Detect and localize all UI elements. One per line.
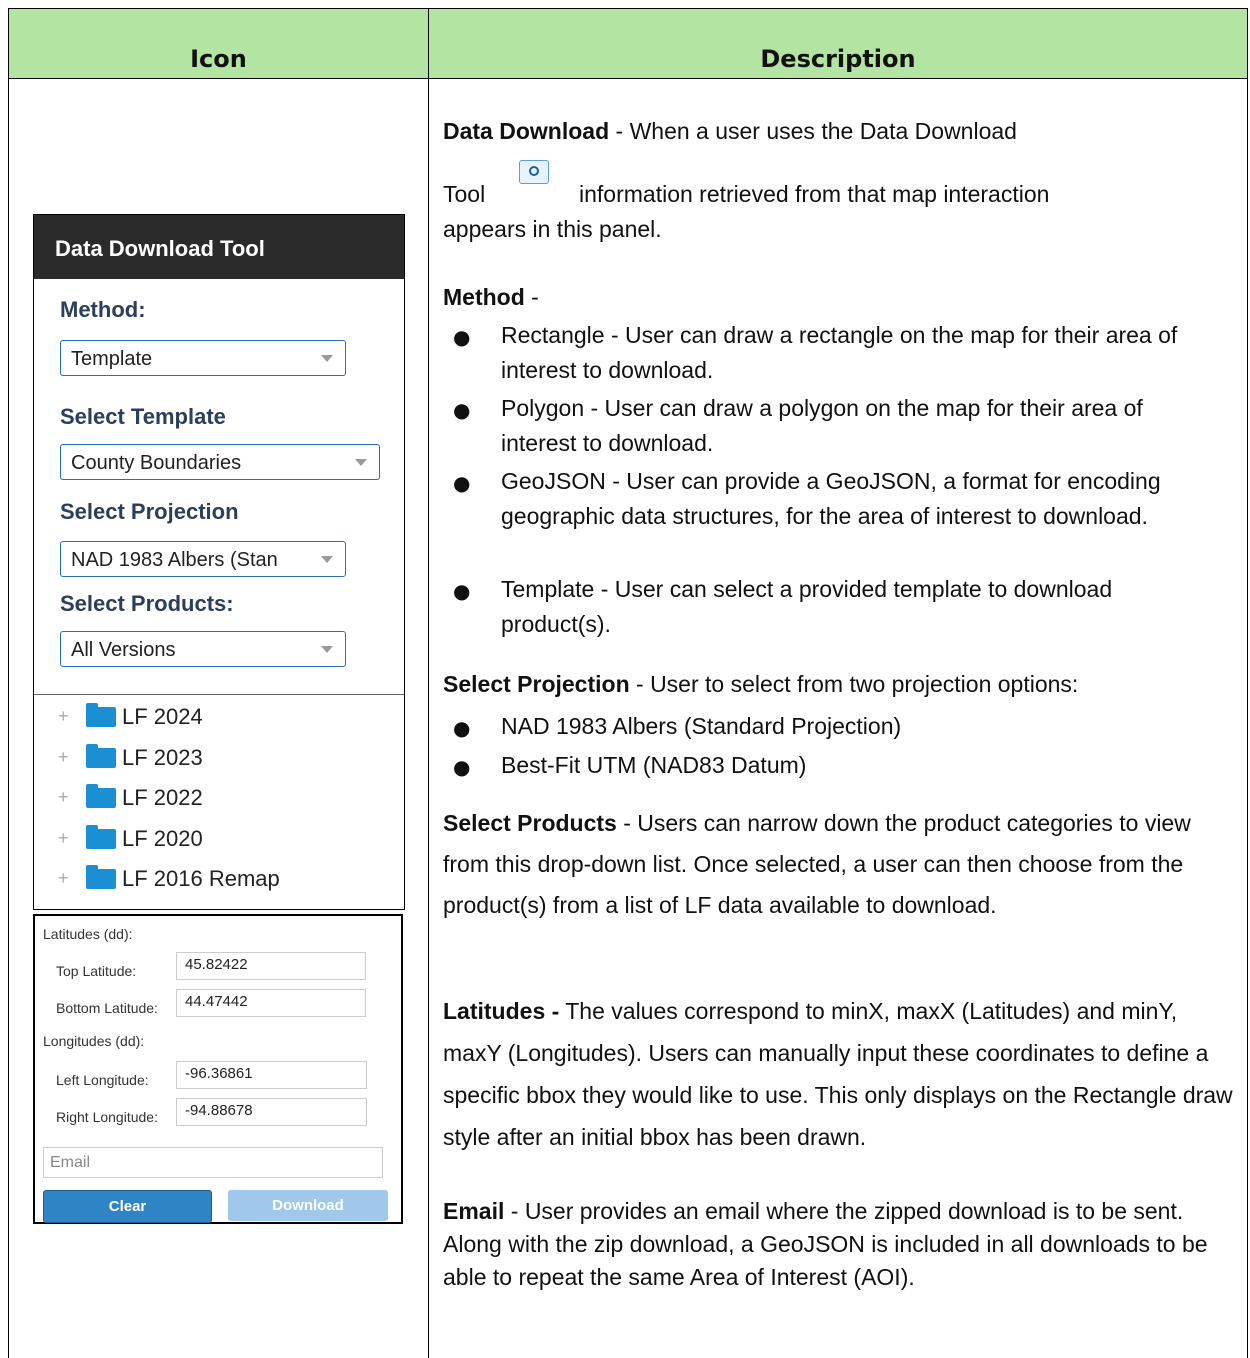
- template-select[interactable]: County Boundaries: [60, 444, 380, 480]
- email-field[interactable]: Email: [43, 1147, 383, 1178]
- method-item: GeoJSON - User can provide a GeoJSON, a …: [501, 468, 1161, 529]
- chevron-down-icon: [355, 459, 367, 466]
- email-title: Email: [443, 1198, 505, 1224]
- top-latitude-input[interactable]: 45.82422: [176, 952, 366, 980]
- projection-text: - User to select from two projection opt…: [629, 671, 1079, 697]
- folder-icon: [86, 744, 116, 768]
- template-label: Select Template: [60, 404, 226, 429]
- bottom-latitude-label: Bottom Latitude:: [56, 1000, 158, 1016]
- top-latitude-label: Top Latitude:: [56, 963, 137, 979]
- bottom-latitude-input[interactable]: 44.47442: [176, 989, 366, 1017]
- method-heading: Method -: [443, 284, 539, 311]
- data-download-text: - When a user uses the Data Download: [609, 118, 1017, 144]
- method-item: Polygon - User can draw a polygon on the…: [501, 395, 1143, 456]
- projection-title: Select Projection: [443, 671, 630, 697]
- data-download-panel: Data Download Tool Method: Template Sele…: [33, 214, 405, 910]
- method-item: Rectangle - User can draw a rectangle on…: [501, 322, 1178, 383]
- expand-icon[interactable]: +: [58, 707, 72, 725]
- longitudes-heading: Longitudes (dd):: [43, 1033, 145, 1049]
- expand-icon[interactable]: +: [58, 869, 72, 887]
- tree-item-label: LF 2024: [122, 704, 203, 729]
- email-paragraph: Email - User provides an email where the…: [443, 1195, 1233, 1294]
- method-select[interactable]: Template: [60, 340, 346, 376]
- data-download-line1: Data Download - When a user uses the Dat…: [443, 118, 1017, 145]
- method-suffix: -: [524, 284, 539, 310]
- bullet-icon: ●: [453, 579, 471, 603]
- products-title: Select Products: [443, 810, 617, 836]
- latitudes-text: The values correspond to minX, maxX (Lat…: [443, 998, 1233, 1150]
- download-button[interactable]: Download: [228, 1190, 388, 1221]
- data-download-title: Data Download: [443, 118, 610, 144]
- projection-item: Best-Fit UTM (NAD83 Datum): [501, 752, 807, 778]
- left-longitude-input[interactable]: -96.36861: [176, 1061, 367, 1089]
- data-download-line2b: information retrieved from that map inte…: [579, 181, 1050, 207]
- projection-label: Select Projection: [60, 499, 239, 524]
- description-column-header: Description: [760, 45, 916, 73]
- table-header: Icon Description: [9, 9, 1247, 79]
- template-select-value: County Boundaries: [71, 452, 242, 474]
- data-download-tool-icon: [519, 160, 549, 184]
- coordinates-panel: Latitudes (dd): Top Latitude: 45.82422 B…: [33, 914, 403, 1224]
- tree-item-label: LF 2020: [122, 826, 203, 851]
- method-select-value: Template: [71, 348, 153, 370]
- bullet-icon: ●: [453, 755, 471, 779]
- right-longitude-label: Right Longitude:: [56, 1109, 158, 1125]
- products-label: Select Products:: [60, 591, 234, 616]
- data-download-line2a: Tool: [443, 181, 486, 207]
- projection-item: NAD 1983 Albers (Standard Projection): [501, 713, 902, 739]
- email-text: - User provides an email where the zippe…: [443, 1198, 1208, 1290]
- expand-icon[interactable]: +: [58, 829, 72, 847]
- products-paragraph: Select Products - Users can narrow down …: [443, 803, 1233, 926]
- right-longitude-input[interactable]: -94.88678: [176, 1098, 367, 1126]
- expand-icon[interactable]: +: [58, 788, 72, 806]
- chevron-down-icon: [321, 355, 333, 362]
- icon-column-header: Icon: [190, 45, 247, 73]
- bullet-icon: ●: [453, 398, 471, 422]
- method-item: Template - User can select a provided te…: [501, 576, 1113, 637]
- data-download-line3: appears in this panel.: [443, 216, 662, 242]
- projection-select-value: NAD 1983 Albers (Stan: [71, 549, 278, 571]
- tree-item-label: LF 2023: [122, 745, 203, 770]
- bullet-icon: ●: [453, 716, 471, 740]
- expand-icon[interactable]: +: [58, 748, 72, 766]
- method-title: Method: [443, 284, 525, 310]
- projection-select[interactable]: NAD 1983 Albers (Stan: [60, 541, 346, 577]
- tree-item-label: LF 2022: [122, 785, 203, 810]
- chevron-down-icon: [321, 556, 333, 563]
- bullet-icon: ●: [453, 471, 471, 495]
- latitudes-heading: Latitudes (dd):: [43, 926, 133, 942]
- folder-icon: [86, 703, 116, 727]
- column-divider: [428, 9, 429, 1358]
- folder-icon: [86, 784, 116, 808]
- method-label: Method:: [60, 297, 146, 322]
- products-select[interactable]: All Versions: [60, 631, 346, 667]
- chevron-down-icon: [321, 646, 333, 653]
- divider: [34, 694, 404, 695]
- folder-icon: [86, 825, 116, 849]
- folder-icon: [86, 865, 116, 889]
- left-longitude-label: Left Longitude:: [56, 1072, 149, 1088]
- tree-item-label: LF 2016 Remap: [122, 866, 280, 891]
- latitudes-title: Latitudes -: [443, 998, 560, 1024]
- clear-button[interactable]: Clear: [43, 1190, 212, 1223]
- projection-heading: Select Projection - User to select from …: [443, 671, 1078, 698]
- bullet-icon: ●: [453, 325, 471, 349]
- latitudes-paragraph: Latitudes - The values correspond to min…: [443, 990, 1233, 1158]
- panel-title: Data Download Tool: [34, 215, 404, 279]
- products-select-value: All Versions: [71, 639, 176, 661]
